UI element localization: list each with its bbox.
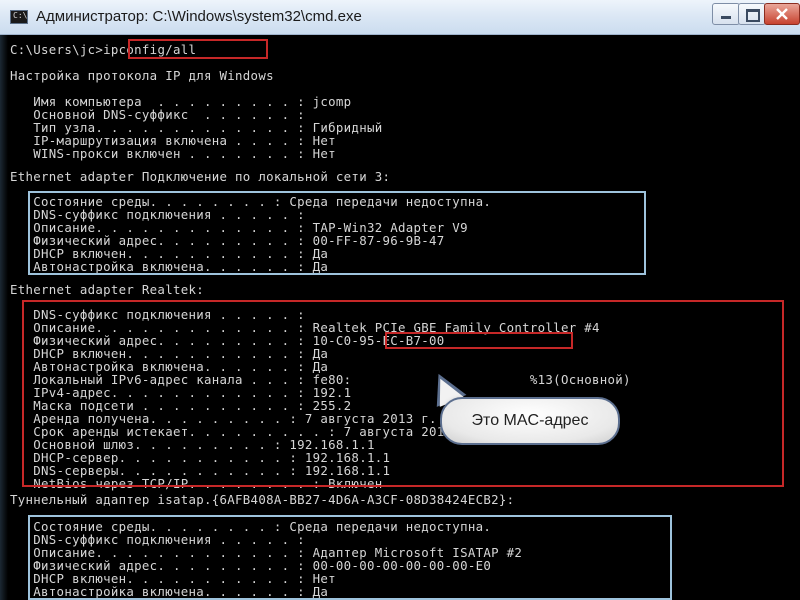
isatap-adapter-highlight — [28, 515, 672, 600]
close-button[interactable] — [764, 3, 800, 25]
close-icon — [776, 8, 788, 20]
adapter-heading: Ethernet adapter Realtek: — [10, 282, 204, 297]
adapter-heading: Ethernet adapter Подключение по локально… — [10, 169, 391, 184]
title-bar[interactable]: C:\ Администратор: C:\Windows\system32\c… — [0, 0, 800, 35]
cmd-window: C:\ Администратор: C:\Windows\system32\c… — [0, 0, 800, 600]
realtek-adapter-highlight — [22, 300, 784, 487]
maximize-button[interactable] — [738, 3, 766, 25]
cmd-icon: C:\ — [10, 10, 28, 24]
mac-address-callout: Это MAC-адрес — [440, 397, 620, 445]
adapter-3-highlight — [28, 191, 646, 275]
window-title: Администратор: C:\Windows\system32\cmd.e… — [36, 8, 362, 25]
command-prompt: C:\Users\jc> — [10, 42, 104, 57]
minimize-icon — [721, 16, 731, 19]
command-highlight — [128, 39, 268, 59]
callout-text: Это MAC-адрес — [471, 412, 589, 429]
minimize-button[interactable] — [712, 3, 740, 25]
mac-address-highlight — [385, 332, 573, 349]
console-edge — [0, 35, 8, 600]
console-line: WINS-прокси включен . . . . . . . : Нет — [10, 146, 336, 161]
console-line: Настройка протокола IP для Windows — [10, 68, 274, 83]
console-output[interactable]: C:\Users\jc>ipconfig/all Настройка прото… — [0, 35, 800, 600]
adapter-heading: Туннельный адаптер isatap.{6AFB408A-BB27… — [10, 492, 515, 507]
maximize-icon — [746, 9, 760, 22]
